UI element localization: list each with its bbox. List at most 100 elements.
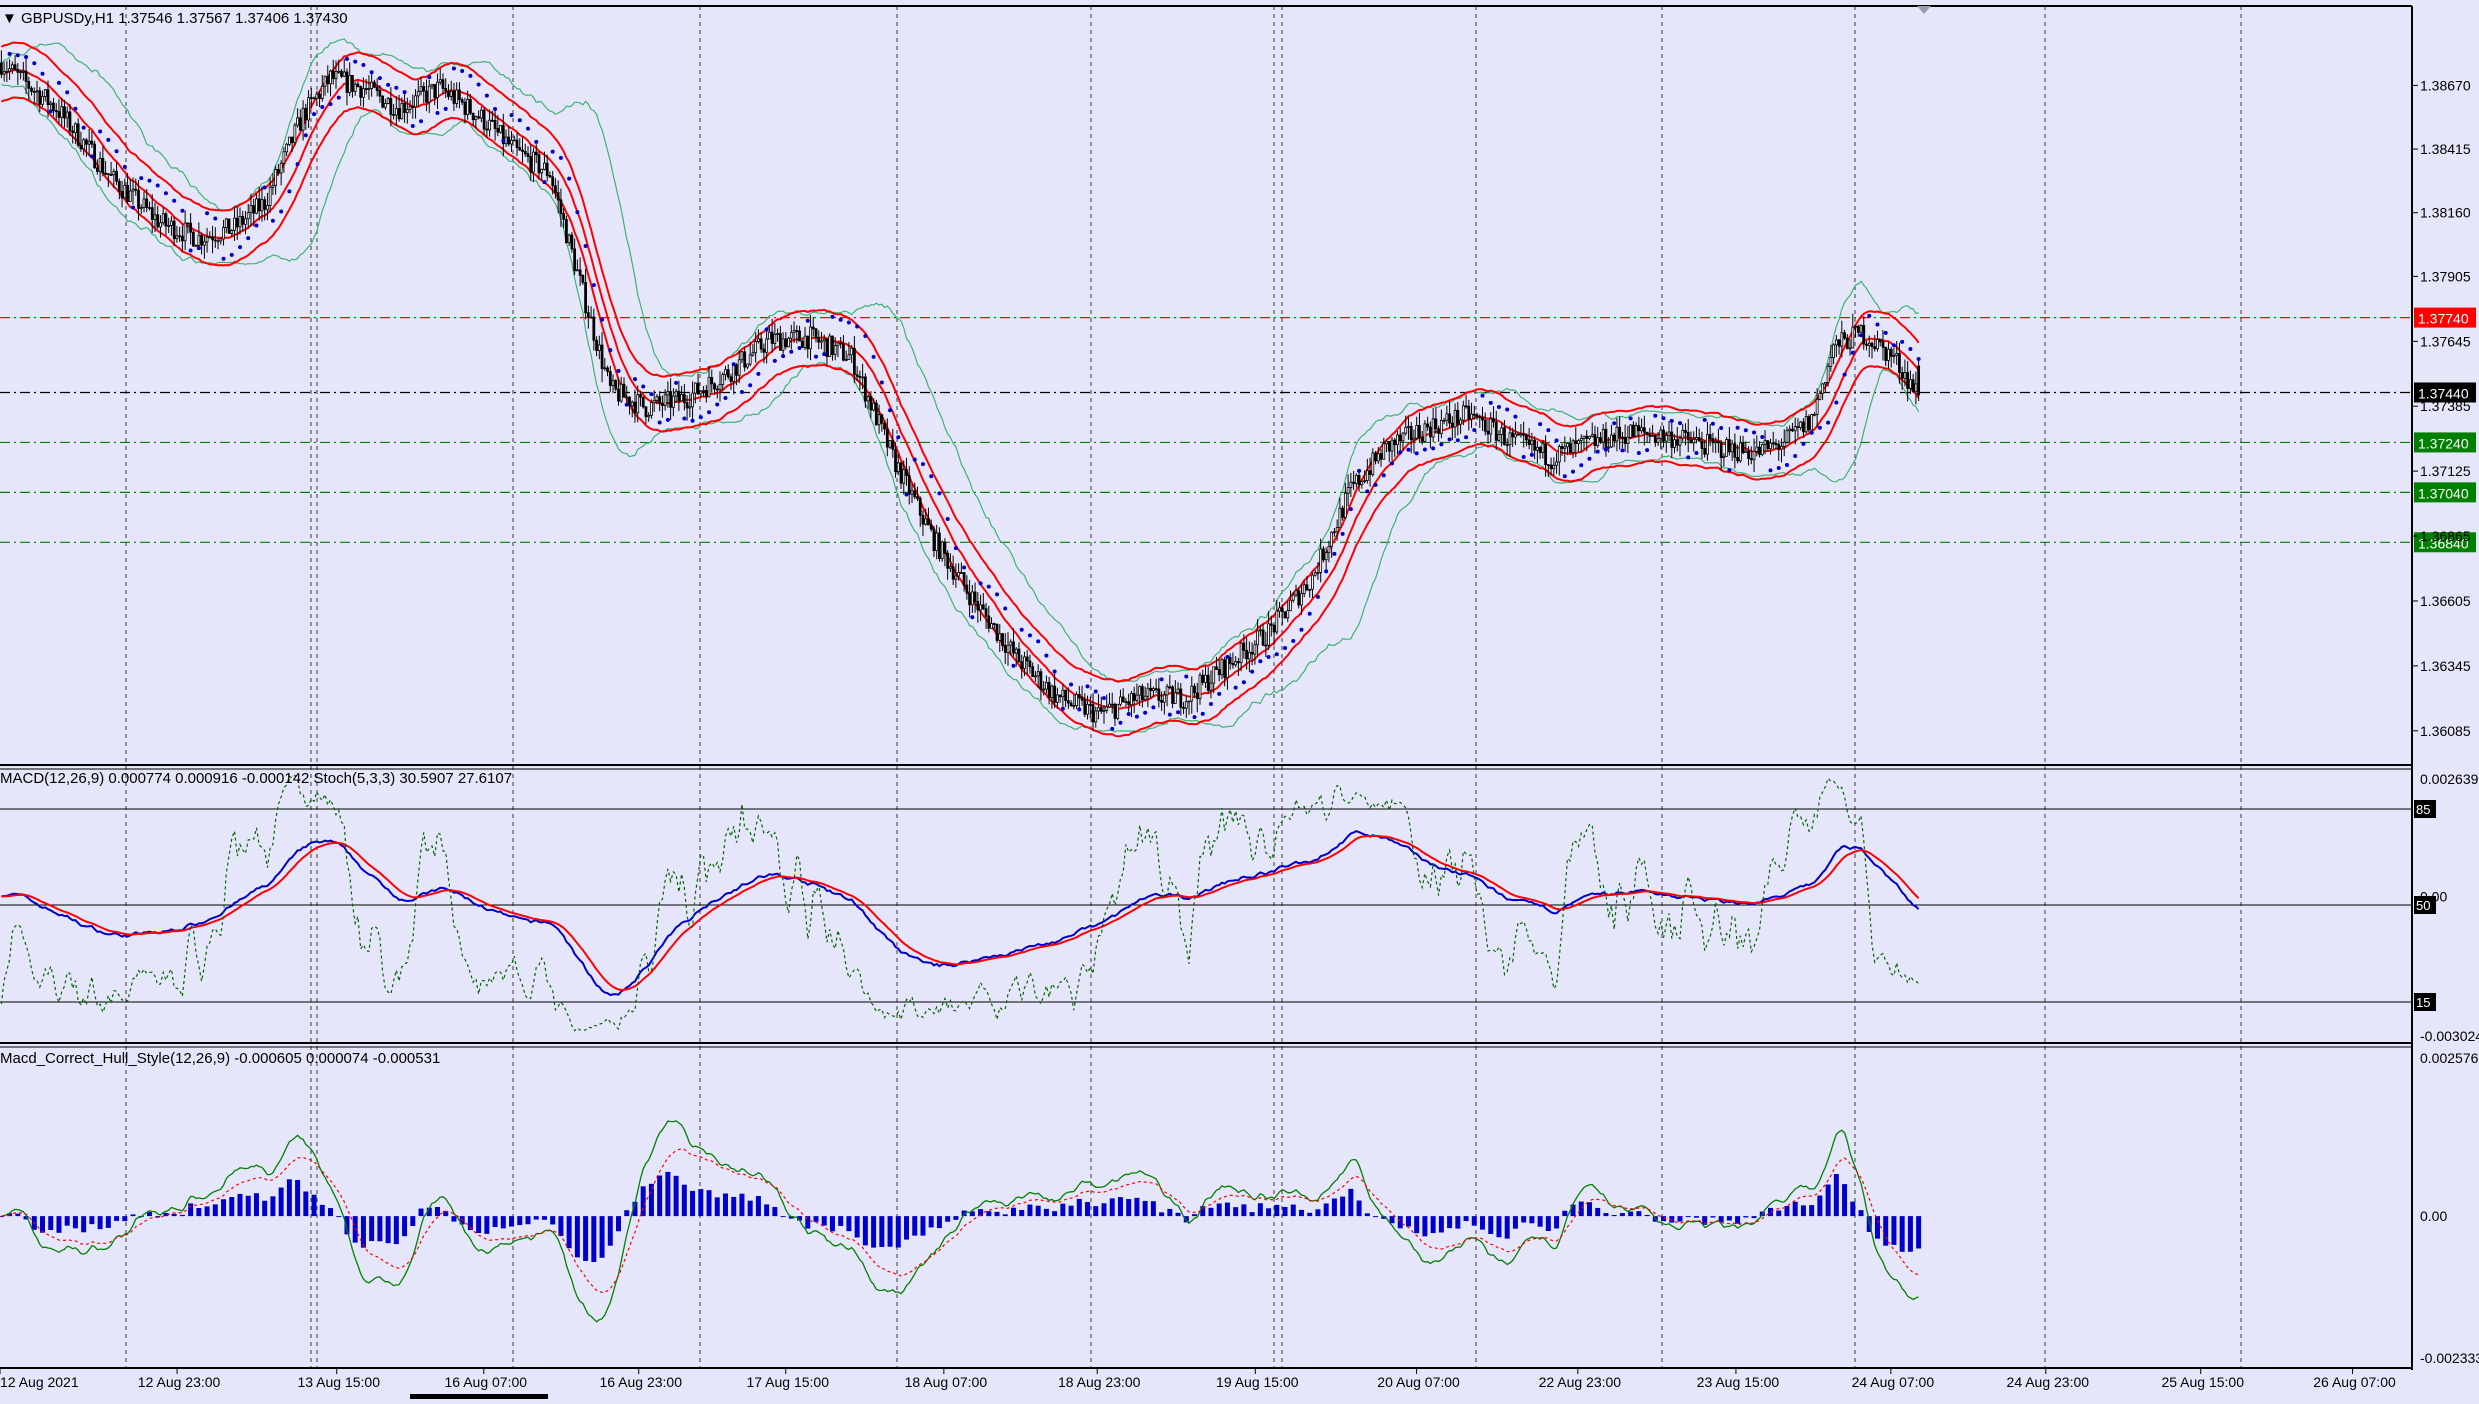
candle-body	[362, 88, 365, 98]
sar-dot	[254, 223, 259, 228]
sar-dot	[1315, 594, 1320, 599]
candle-body	[1840, 332, 1844, 347]
sar-dot	[303, 133, 308, 138]
candle-body	[1601, 428, 1605, 443]
sar-dot	[814, 354, 818, 359]
hull-histogram-bar	[393, 1216, 399, 1245]
candle-body	[1741, 442, 1745, 453]
candle-body	[825, 338, 829, 357]
hull-histogram-bar	[1907, 1216, 1913, 1252]
sar-dot	[945, 516, 950, 521]
candle-body	[1187, 700, 1191, 703]
candle-body	[910, 490, 914, 495]
hull-histogram-bar	[410, 1216, 416, 1226]
sar-dot	[1019, 627, 1024, 632]
sar-dot	[1406, 447, 1411, 452]
candle-body	[1505, 444, 1509, 446]
price-level-label-0: 1.37740	[2418, 311, 2469, 327]
candle-body	[296, 117, 299, 126]
time-tick-label-2: 13 Aug 15:00	[297, 1374, 380, 1390]
candle-body	[63, 106, 66, 119]
candle-body	[496, 128, 500, 133]
candle-body	[784, 338, 788, 348]
candle-body	[342, 71, 346, 77]
candle-body	[1184, 701, 1188, 709]
candle-body	[1535, 446, 1539, 451]
candle-body	[1552, 464, 1556, 469]
hull-tick-label-2: -0.002333	[2420, 1350, 2479, 1366]
candle-body	[131, 188, 135, 192]
hull-histogram-bar	[829, 1216, 835, 1232]
sar-dot	[451, 66, 456, 71]
candle-body	[378, 90, 382, 97]
candle-body	[1036, 671, 1040, 677]
candle-body	[1075, 694, 1078, 706]
candle-body	[1626, 436, 1630, 444]
candle-body	[123, 185, 127, 199]
hull-histogram-bar	[550, 1216, 556, 1225]
hull-histogram-bar	[1743, 1216, 1749, 1218]
sar-dot	[1702, 417, 1707, 422]
candle-body	[1116, 703, 1120, 719]
candle-body	[746, 363, 749, 368]
sar-dot	[830, 314, 835, 319]
candle-body	[592, 316, 596, 341]
candle-body	[1088, 704, 1092, 706]
candle-body	[984, 608, 988, 617]
candle-body	[394, 108, 398, 116]
sar-dot	[1299, 627, 1304, 632]
price-tick-label-7: 1.36865	[2420, 528, 2471, 544]
time-tick-label-11: 23 Aug 15:00	[1697, 1374, 1780, 1390]
candle-body	[589, 316, 593, 319]
candle-body	[792, 330, 796, 334]
hull-histogram-bar	[1825, 1184, 1831, 1217]
hull-histogram-bar	[714, 1197, 720, 1217]
chart-window[interactable]: 1.37740 1.37440 1.37240 1.37040 1.36840 1.386…	[0, 0, 2479, 1399]
hull-histogram-bar	[1364, 1213, 1370, 1217]
candle-body	[416, 90, 420, 97]
candle-body	[1898, 353, 1901, 373]
hull-histogram-bar	[492, 1216, 498, 1227]
candle-body	[1486, 430, 1490, 435]
hull-histogram-bar	[1101, 1203, 1107, 1217]
candle-body	[1675, 439, 1679, 446]
candle-body	[52, 102, 55, 111]
sar-dot	[1883, 330, 1888, 335]
candle-body	[1802, 421, 1805, 433]
candle-body	[1870, 342, 1874, 348]
candle-body	[1483, 419, 1487, 432]
time-tick-label-6: 18 Aug 07:00	[905, 1374, 988, 1390]
sar-dot	[739, 389, 744, 394]
sar-dot	[723, 395, 728, 400]
candle-body	[710, 376, 714, 385]
sar-dot	[1003, 606, 1008, 611]
sar-dot	[888, 408, 893, 413]
candle-body	[1324, 552, 1328, 561]
hull-histogram-bar	[1603, 1213, 1609, 1217]
candle-body	[244, 218, 247, 225]
candle-body	[383, 103, 387, 108]
hull-tick-label-0: 0.002576	[2420, 1050, 2479, 1066]
hull-histogram-bar	[764, 1204, 770, 1217]
candle-body	[927, 518, 930, 526]
candle-body	[1083, 699, 1087, 715]
sar-dot	[665, 417, 670, 422]
candle-body	[512, 139, 516, 142]
sar-dot	[986, 584, 991, 589]
candle-body	[1459, 419, 1462, 425]
candle-body	[175, 235, 179, 240]
candle-body	[866, 396, 870, 402]
sar-dot	[1274, 652, 1279, 657]
candle-body	[1401, 432, 1405, 442]
hull-histogram-bar	[377, 1216, 383, 1242]
candle-body	[1719, 442, 1723, 459]
chart-svg[interactable]: 1.377401.374401.372401.370401.368401.386…	[0, 0, 2479, 1399]
candle-body	[570, 234, 574, 250]
hull-histogram-bar	[1298, 1209, 1304, 1217]
sar-dot	[879, 380, 884, 385]
hull-histogram-bar	[1586, 1202, 1592, 1217]
candle-body	[1711, 438, 1715, 444]
candle-body	[1826, 365, 1830, 383]
candle-body	[49, 102, 53, 106]
candle-body	[787, 337, 790, 348]
